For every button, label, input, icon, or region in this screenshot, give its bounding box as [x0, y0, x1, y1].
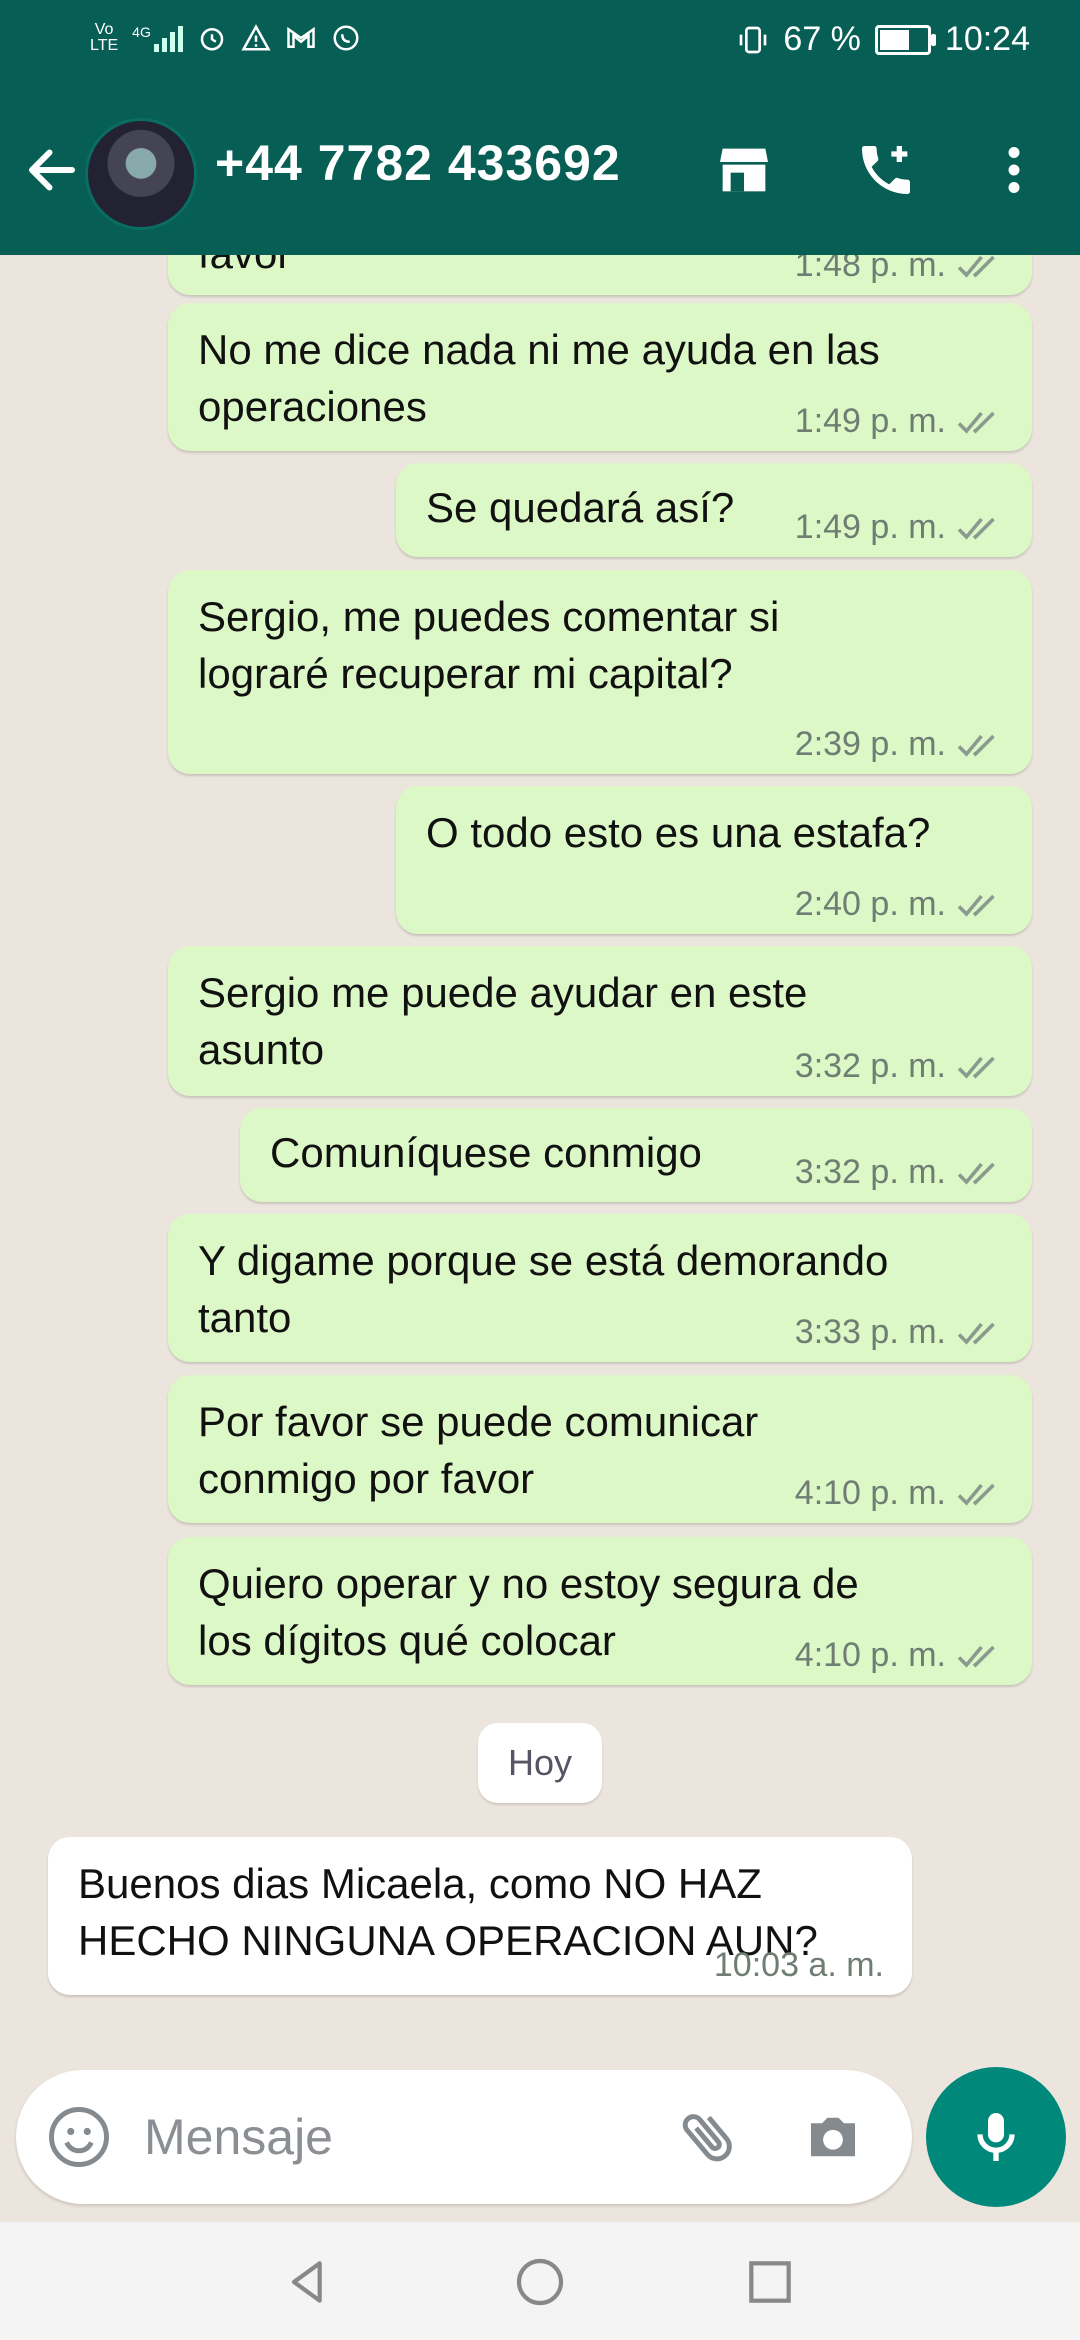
- attach-icon[interactable]: [676, 2104, 742, 2170]
- message-time: 2:40 p. m.: [794, 885, 946, 923]
- status-bar: Vo LTE 4G 67 % 10:24: [0, 0, 1080, 82]
- read-ticks-icon: [957, 255, 995, 278]
- message-time: 3:32 p. m.: [794, 1153, 946, 1191]
- message-text: Y digame porque se está demorando tanto: [198, 1237, 889, 1341]
- message-bubble[interactable]: favor 1:48 p. m.: [168, 255, 1032, 295]
- message-time: 1:48 p. m.: [794, 255, 946, 284]
- whatsapp-status-icon: [333, 25, 359, 51]
- message-time: 1:49 p. m.: [794, 508, 946, 546]
- message-meta: 1:49 p. m.: [795, 508, 1004, 547]
- message-text: Por favor se puede comunicar conmigo por…: [198, 1398, 759, 1502]
- clock: 10:24: [944, 20, 1030, 58]
- read-ticks-icon: [957, 1645, 995, 1668]
- vibrate-icon: [740, 26, 767, 53]
- message-bubble[interactable]: Quiero operar y no estoy segura de los d…: [168, 1537, 1032, 1685]
- message-bubble[interactable]: Sergio, me puedes comentar si lograré re…: [168, 570, 1032, 774]
- message-input[interactable]: Mensaje: [144, 2108, 333, 2166]
- message-meta: 10:03 a. m.: [714, 1946, 884, 1985]
- message-bubble-incoming[interactable]: Buenos dias Micaela, como NO HAZ HECHO N…: [48, 1837, 912, 1995]
- message-meta: 3:32 p. m.: [795, 1153, 1004, 1192]
- message-text: O todo esto es una estafa?: [426, 809, 931, 856]
- message-text: Sergio, me puedes comentar si lograré re…: [198, 593, 780, 697]
- more-vert-icon[interactable]: [984, 138, 1044, 202]
- message-time: 4:10 p. m.: [794, 1636, 946, 1674]
- store-icon[interactable]: [712, 138, 776, 202]
- mic-icon: [977, 2113, 1015, 2161]
- contact-title[interactable]: +44 7782 433692: [215, 134, 621, 192]
- message-text: Sergio me puede ayudar en este asunto: [198, 969, 808, 1073]
- message-meta: 1:48 p. m.: [795, 255, 1004, 285]
- read-ticks-icon: [957, 894, 995, 917]
- message-time: 2:39 p. m.: [794, 725, 946, 763]
- message-text: Buenos dias Micaela, como NO HAZ HECHO N…: [78, 1860, 818, 1964]
- message-text: Quiero operar y no estoy segura de los d…: [198, 1560, 859, 1664]
- gmail-icon: [287, 26, 315, 48]
- nav-recents-icon[interactable]: [742, 2254, 798, 2310]
- message-time: 3:33 p. m.: [794, 1313, 946, 1351]
- message-bubble[interactable]: Sergio me puede ayudar en este asunto 3:…: [168, 946, 1032, 1096]
- message-text: Comuníquese conmigo: [270, 1129, 702, 1176]
- add-call-icon[interactable]: [854, 138, 918, 202]
- network-type: 4G: [132, 24, 151, 40]
- battery-icon: [874, 24, 936, 55]
- message-meta: 3:33 p. m.: [795, 1313, 1004, 1352]
- nav-back-icon[interactable]: [280, 2254, 336, 2310]
- read-ticks-icon: [957, 1162, 995, 1185]
- message-list[interactable]: favor 1:48 p. m. No me dice nada ni me a…: [0, 255, 1080, 2055]
- message-bubble[interactable]: Y digame porque se está demorando tanto …: [168, 1214, 1032, 1362]
- message-text: Se quedará así?: [426, 484, 735, 531]
- read-ticks-icon: [957, 1483, 995, 1506]
- message-meta: 3:32 p. m.: [795, 1047, 1004, 1086]
- warning-icon: [241, 24, 271, 51]
- message-meta: 2:39 p. m.: [795, 725, 1004, 764]
- signal-icon: 4G: [132, 24, 183, 52]
- message-bubble[interactable]: Por favor se puede comunicar conmigo por…: [168, 1375, 1032, 1523]
- message-meta: 4:10 p. m.: [795, 1636, 1004, 1675]
- emoji-icon[interactable]: [46, 2104, 112, 2170]
- message-bubble[interactable]: Comuníquese conmigo 3:32 p. m.: [240, 1108, 1032, 1202]
- date-chip: Hoy: [478, 1723, 602, 1803]
- chat-header: +44 7782 433692: [0, 110, 1080, 230]
- avatar[interactable]: [85, 118, 197, 230]
- status-left: Vo LTE 4G: [90, 22, 361, 54]
- message-meta: 2:40 p. m.: [795, 885, 1004, 924]
- message-time: 1:49 p. m.: [794, 402, 946, 440]
- message-bubble[interactable]: No me dice nada ni me ayuda en las opera…: [168, 303, 1032, 451]
- read-ticks-icon: [957, 517, 995, 540]
- status-right: 67 % 10:24: [737, 20, 1030, 59]
- message-meta: 4:10 p. m.: [795, 1474, 1004, 1513]
- message-text: favor: [198, 255, 291, 282]
- message-composer[interactable]: Mensaje: [16, 2070, 912, 2204]
- volte-badge: Vo LTE: [90, 21, 119, 54]
- app-header-area: Vo LTE 4G 67 % 10:24 +44 7782 433692: [0, 0, 1080, 255]
- read-ticks-icon: [957, 1056, 995, 1079]
- alarm-icon: [200, 28, 224, 51]
- message-time: 4:10 p. m.: [794, 1474, 946, 1512]
- message-time: 10:03 a. m.: [713, 1946, 884, 1984]
- message-time: 3:32 p. m.: [794, 1047, 946, 1085]
- read-ticks-icon: [957, 1322, 995, 1345]
- message-text: No me dice nada ni me ayuda en las opera…: [198, 326, 880, 430]
- mic-button[interactable]: [926, 2067, 1066, 2207]
- message-bubble[interactable]: O todo esto es una estafa? 2:40 p. m.: [396, 786, 1032, 934]
- read-ticks-icon: [957, 734, 995, 757]
- message-bubble[interactable]: Se quedará así? 1:49 p. m.: [396, 463, 1032, 557]
- battery-percent: 67 %: [783, 20, 861, 58]
- nav-home-icon[interactable]: [512, 2254, 568, 2310]
- back-arrow-icon[interactable]: [22, 140, 82, 200]
- message-meta: 1:49 p. m.: [795, 402, 1004, 441]
- system-nav-bar: [0, 2222, 1080, 2340]
- read-ticks-icon: [957, 411, 995, 434]
- camera-icon[interactable]: [800, 2104, 866, 2170]
